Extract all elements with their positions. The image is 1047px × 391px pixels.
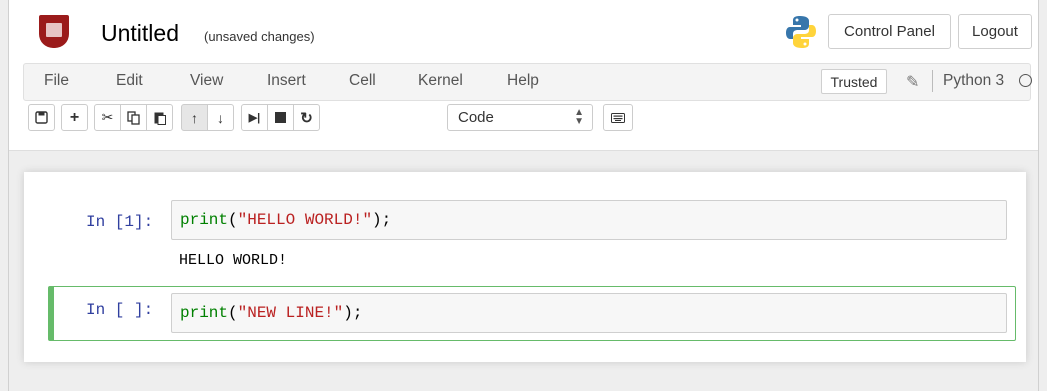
menu-insert[interactable]: Insert [267,72,306,90]
run-button[interactable]: ▶| [241,104,268,131]
cell-2-code-function: print [180,304,229,322]
cell-2-code-close: ); [343,304,363,322]
move-down-button[interactable]: ↓ [207,104,234,131]
pencil-icon[interactable]: ✎ [906,72,919,92]
cut-button[interactable]: ✂ [94,104,121,131]
move-up-button[interactable]: ↑ [181,104,208,131]
scissors-icon: ✂ [101,109,114,125]
menu-view[interactable]: View [190,72,223,90]
plus-icon: + [69,108,80,126]
python-logo-icon [786,16,816,48]
interrupt-button[interactable] [267,104,294,131]
paste-icon [154,112,166,125]
trusted-button[interactable]: Trusted [821,69,887,94]
menu-bar: File Edit View Insert Cell Kernel Help T… [23,63,1032,101]
menu-kernel[interactable]: Kernel [418,72,463,90]
logout-button[interactable]: Logout [958,14,1032,49]
cell-1-editor[interactable]: print("HELLO WORLD!"); [171,200,1007,240]
arrow-down-icon: ↓ [217,109,224,126]
kernel-name[interactable]: Python 3 [943,72,1004,90]
kernel-idle-indicator-icon [1019,74,1032,87]
header: Untitled (unsaved changes) Control Panel… [9,0,1038,151]
restart-button[interactable]: ↻ [293,104,320,131]
cell-2-code-string: "NEW LINE!" [237,304,344,322]
menu-file[interactable]: File [44,72,69,90]
notebook-title[interactable]: Untitled [101,20,179,47]
cell-2-editor[interactable]: print("NEW LINE!"); [171,293,1007,333]
cell-1-code-function: print [180,211,229,229]
cell-1-output: HELLO WORLD! [179,252,288,269]
save-icon [35,111,48,124]
notebook-container: In [1]: print("HELLO WORLD!"); HELLO WOR… [24,172,1026,362]
cell-type-value: Code [458,109,494,126]
copy-icon [127,110,140,125]
toolbar: + ✂ ↑ ↓ ▶| ↻ Code ▲ ▼ [23,104,1031,136]
cell-1-prompt: In [1]: [86,213,154,231]
keyboard-icon [611,112,625,123]
cell-1-code-open: ( [228,211,238,229]
cell-1-code-close: ); [372,211,392,229]
select-arrows-icon: ▲ ▼ [574,107,584,127]
control-panel-button[interactable]: Control Panel [828,14,951,49]
university-logo-icon[interactable] [39,15,69,48]
menu-divider [932,70,933,92]
copy-button[interactable] [120,104,147,131]
cell-1-code-string: "HELLO WORLD!" [237,211,373,229]
notebook-window: Untitled (unsaved changes) Control Panel… [8,0,1039,391]
command-palette-button[interactable] [603,104,633,131]
stop-icon [275,112,286,123]
cell-2-code-open: ( [228,304,238,322]
menu-help[interactable]: Help [507,72,539,90]
insert-cell-button[interactable]: + [61,104,88,131]
menu-cell[interactable]: Cell [349,72,376,90]
save-button[interactable] [28,104,55,131]
cell-2-prompt: In [ ]: [86,301,154,319]
arrow-up-icon: ↑ [191,109,198,126]
cell-2-selected[interactable]: In [ ]: print("NEW LINE!"); [48,286,1016,341]
step-forward-icon: ▶| [248,112,261,124]
paste-button[interactable] [146,104,173,131]
menu-edit[interactable]: Edit [116,72,143,90]
save-status: (unsaved changes) [204,29,315,44]
restart-icon: ↻ [300,109,313,127]
cell-type-select[interactable]: Code ▲ ▼ [447,104,593,131]
